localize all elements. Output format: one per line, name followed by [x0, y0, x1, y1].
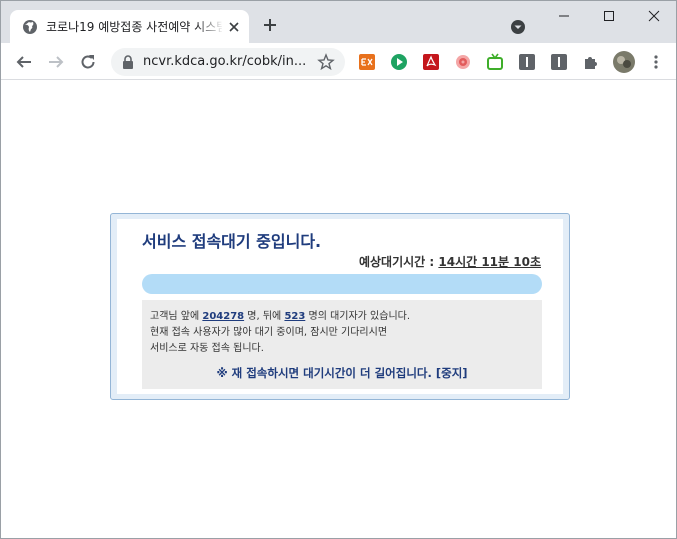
url-text[interactable]: ncvr.kdca.go.kr/cobk/in... — [143, 53, 311, 71]
browser-toolbar: ncvr.kdca.go.kr/cobk/in... — [1, 43, 676, 80]
reload-icon — [81, 55, 95, 69]
queue-info-box: 고객님 앞에 204278 명, 뒤에 523 명의 대기자가 있습니다. 현재… — [142, 300, 542, 389]
profile-avatar[interactable] — [613, 51, 635, 73]
wait-time-label: 예상대기시간 : — [358, 255, 439, 269]
address-bar[interactable]: ncvr.kdca.go.kr/cobk/in... — [111, 48, 345, 76]
play-extension-icon[interactable] — [390, 53, 408, 71]
browser-tab[interactable]: 코로나19 예방접종 사전예약 시스템 — [10, 10, 249, 43]
reload-button[interactable] — [77, 51, 99, 73]
maximize-icon — [603, 11, 614, 21]
queue-info-line-3: 서비스로 자동 접속 됩니다. — [150, 343, 264, 354]
more-vert-icon — [654, 55, 658, 69]
wait-time-value: 14시간 11분 10초 — [438, 255, 541, 269]
minimize-icon — [558, 15, 569, 17]
circle-extension-icon[interactable] — [454, 53, 472, 71]
back-arrow-icon — [16, 56, 31, 68]
reconnect-notice-stop-link[interactable]: ※ 재 접속하시면 대기시간이 더 길어집니다. [중지] — [142, 365, 542, 381]
ahead-count: 204278 — [202, 311, 245, 322]
queue-info-line-2: 현재 접속 사용자가 많아 대기 중이며, 잠시만 기다리시면 — [150, 327, 388, 338]
ex-extension-icon[interactable] — [358, 53, 376, 71]
minimize-button[interactable] — [541, 1, 586, 31]
back-button[interactable] — [13, 51, 35, 73]
puzzle-extensions-icon[interactable] — [582, 53, 600, 71]
tab-search-icon[interactable] — [509, 18, 527, 36]
close-window-icon — [648, 10, 659, 22]
globe-icon — [23, 20, 37, 34]
forward-button[interactable] — [45, 51, 67, 73]
behind-count: 523 — [284, 311, 306, 322]
tab-title-fade — [196, 16, 224, 38]
queue-progress-bar — [142, 274, 542, 294]
queue-count-suffix: 명의 대기자가 있습니다. — [305, 311, 411, 322]
maximize-button[interactable] — [586, 1, 631, 31]
pdf-extension-icon[interactable] — [422, 53, 440, 71]
new-tab-icon[interactable] — [261, 16, 279, 34]
title-bar: 코로나19 예방접종 사전예약 시스템 — [1, 1, 676, 43]
queue-panel-inner: 서비스 접속대기 중입니다. 예상대기시간 : 14시간 11분 10초 고객님… — [117, 219, 563, 394]
browser-window: 코로나19 예방접종 사전예약 시스템 ncvr.kdca.go.kr/cobk… — [0, 0, 677, 539]
close-window-button[interactable] — [631, 1, 676, 31]
bar-extension-icon[interactable] — [518, 53, 536, 71]
lock-icon[interactable] — [122, 55, 134, 69]
queue-panel: 서비스 접속대기 중입니다. 예상대기시간 : 14시간 11분 10초 고객님… — [110, 213, 570, 400]
bar-extension-icon-2[interactable] — [550, 53, 568, 71]
wait-time-line: 예상대기시간 : 14시간 11분 10초 — [359, 253, 541, 270]
queue-title: 서비스 접속대기 중입니다. — [142, 232, 322, 251]
tv-extension-icon[interactable] — [486, 53, 504, 71]
menu-button[interactable] — [647, 53, 665, 71]
bookmark-star-icon[interactable] — [317, 53, 335, 71]
page-content: 서비스 접속대기 중입니다. 예상대기시간 : 14시간 11분 10초 고객님… — [1, 81, 676, 538]
forward-arrow-icon — [49, 56, 64, 68]
queue-count-line: 고객님 앞에 204278 명, 뒤에 523 명의 대기자가 있습니다. — [150, 310, 410, 324]
close-tab-icon[interactable] — [226, 19, 242, 35]
queue-count-mid: 명, 뒤에 — [244, 311, 285, 322]
queue-count-prefix: 고객님 앞에 — [150, 311, 203, 322]
